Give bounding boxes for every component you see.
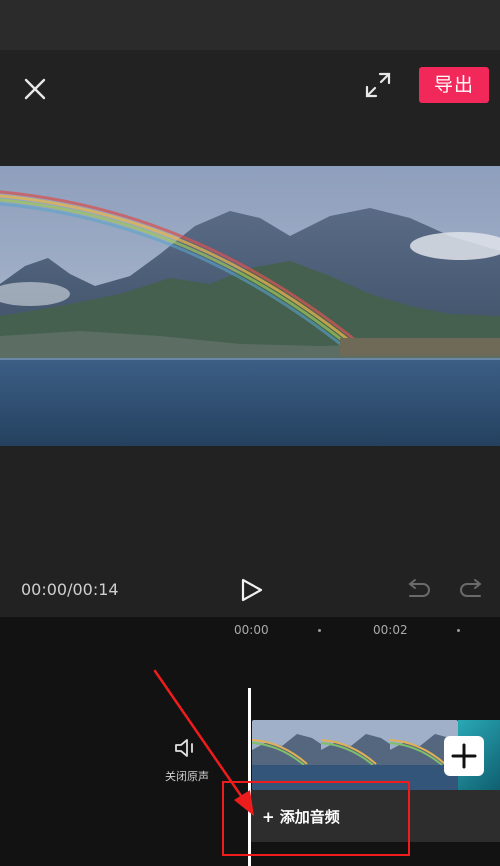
- redo-icon: [460, 579, 482, 597]
- redo-button[interactable]: [460, 578, 486, 602]
- ruler-label-1: 00:02: [373, 623, 408, 637]
- export-button[interactable]: 导出: [419, 67, 489, 103]
- undo-button[interactable]: [404, 578, 430, 602]
- annotation-arrow-icon: [153, 669, 254, 816]
- play-icon: [241, 578, 263, 602]
- ruler-label-0: 00:00: [234, 623, 269, 637]
- add-clip-button[interactable]: [444, 736, 484, 776]
- play-button[interactable]: [237, 576, 265, 604]
- plus-icon: [451, 743, 477, 769]
- status-bar: [0, 0, 500, 50]
- clip-thumbnail: [320, 720, 390, 790]
- video-frame-image: [0, 166, 500, 446]
- undo-icon: [408, 579, 430, 597]
- fullscreen-icon: [365, 72, 391, 98]
- close-button[interactable]: [18, 72, 52, 106]
- ruler-dot: [318, 629, 321, 632]
- ruler-dot: [457, 629, 460, 632]
- close-icon: [24, 78, 46, 100]
- video-preview[interactable]: [0, 166, 500, 446]
- playback-timecode: 00:00/00:14: [21, 580, 119, 599]
- video-clip[interactable]: [252, 720, 458, 790]
- fullscreen-button[interactable]: [363, 70, 393, 100]
